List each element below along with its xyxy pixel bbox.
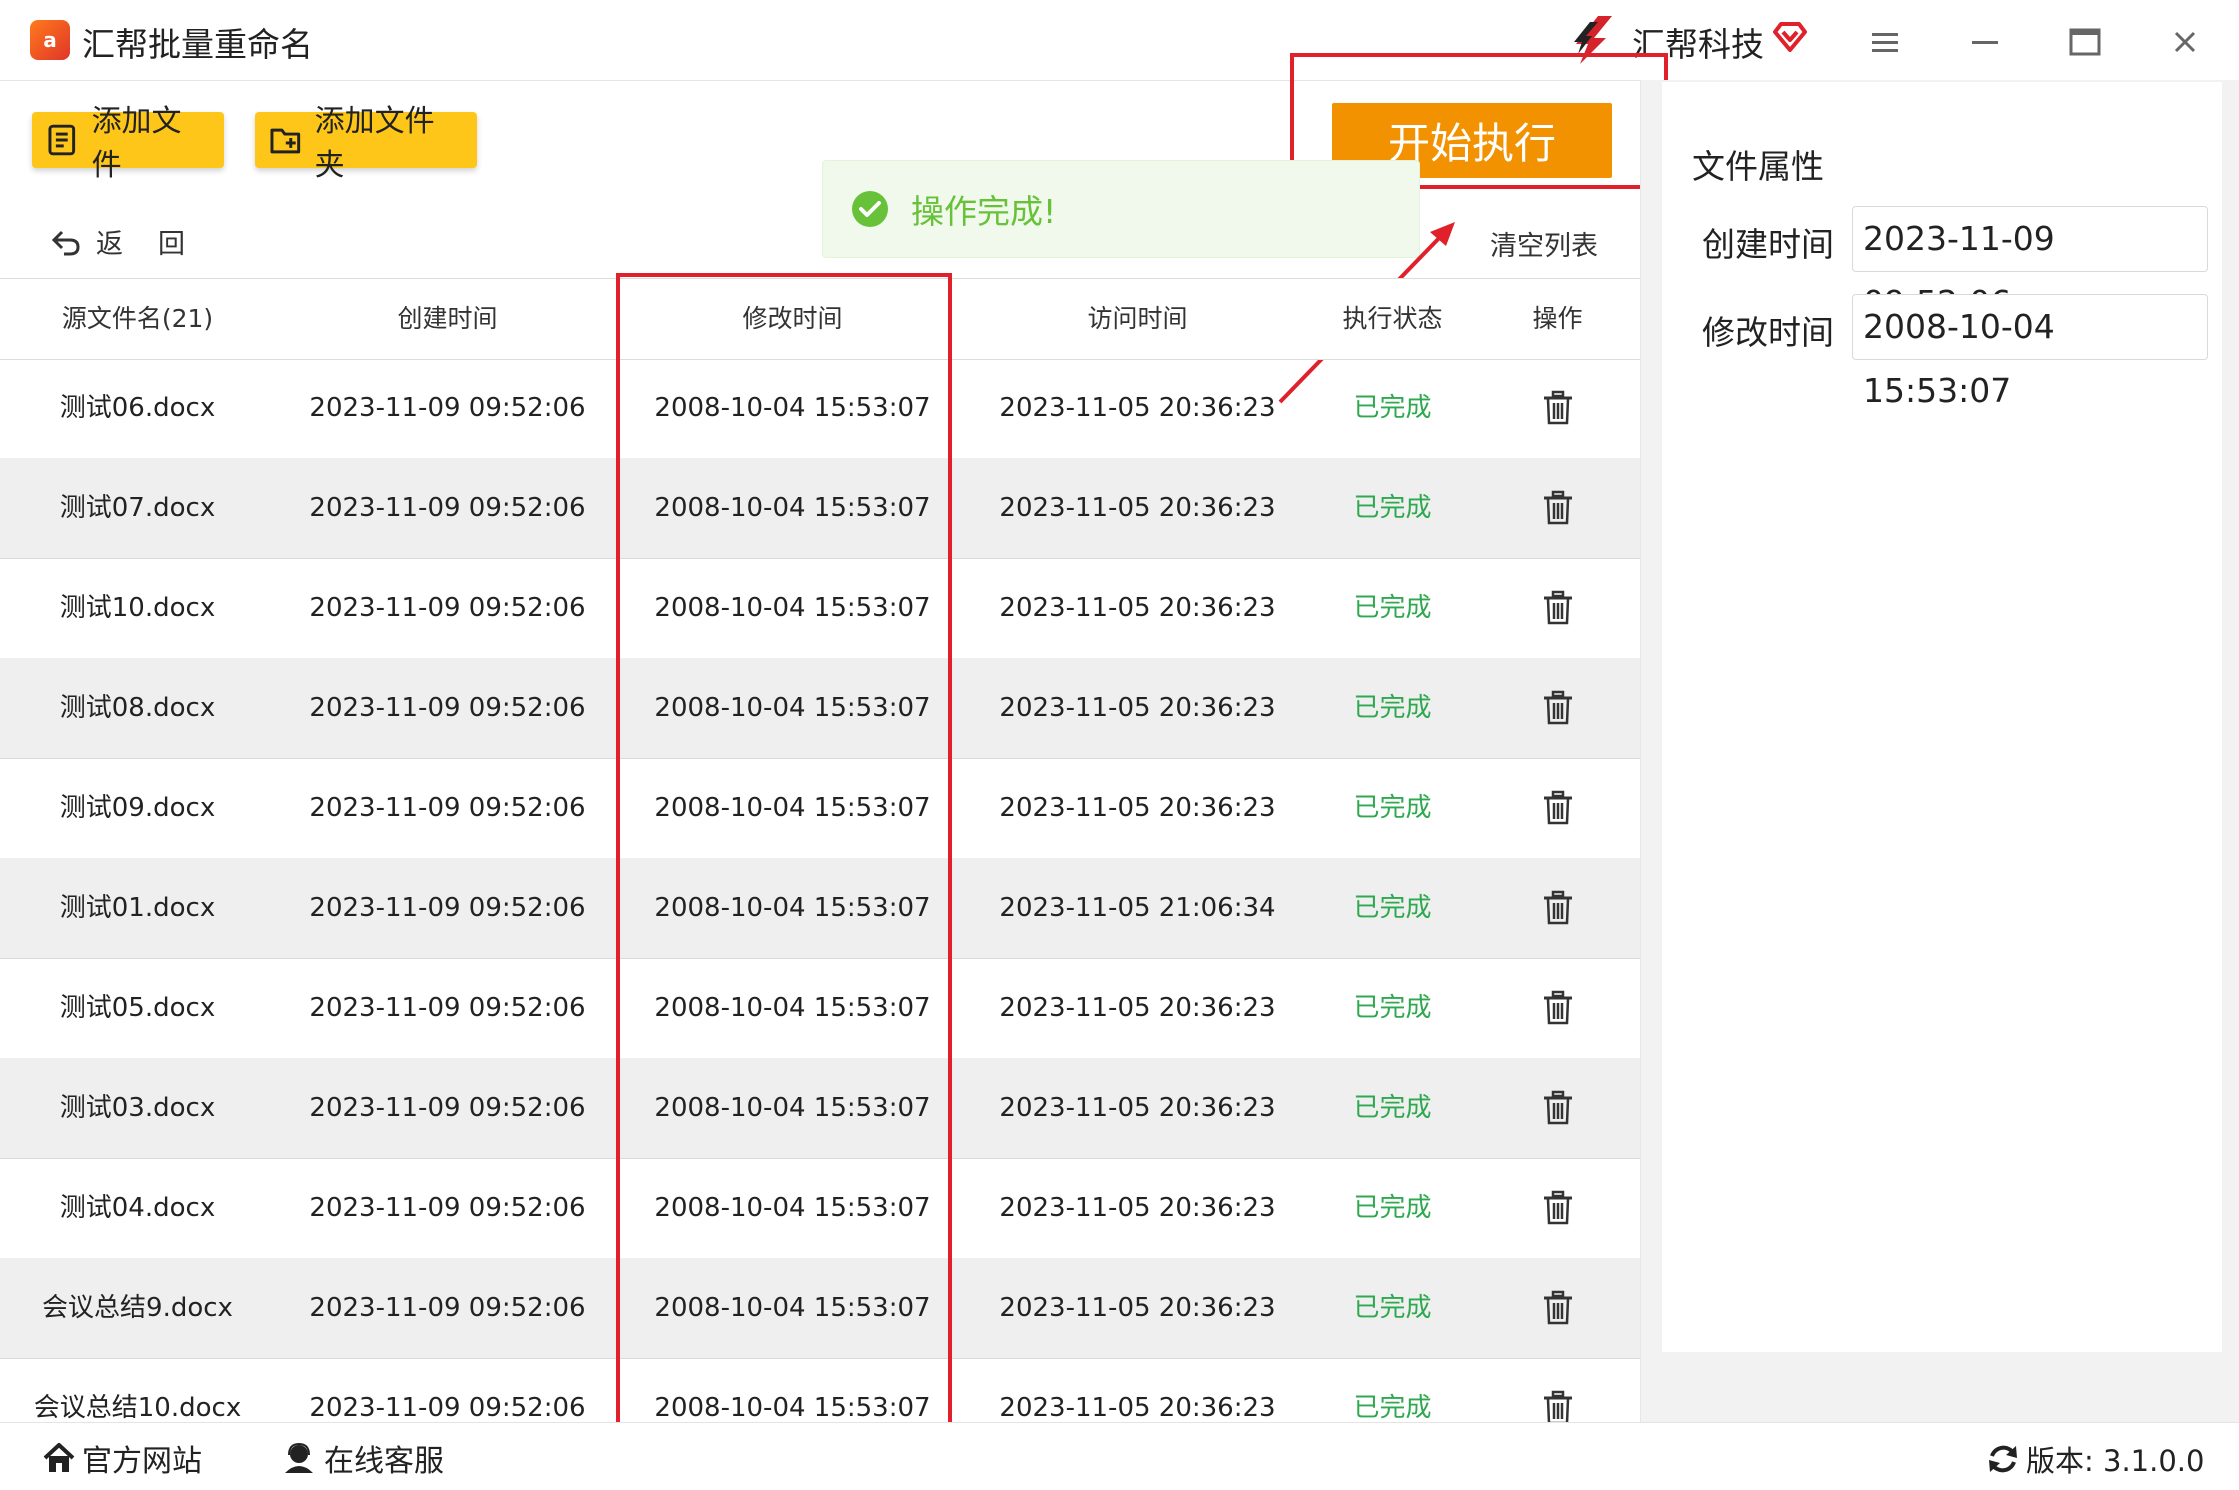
add-folder-label: 添加文件夹 <box>314 104 435 183</box>
trash-icon[interactable] <box>1541 890 1575 926</box>
properties-title: 文件属性 <box>1692 147 1824 186</box>
cell-name: 测试10.docx <box>59 593 216 623</box>
cell-status: 已完成 <box>1353 793 1432 823</box>
toast-message: 操作完成! <box>911 192 1057 231</box>
cell-status: 已完成 <box>1353 1293 1432 1323</box>
cell-created: 2023-11-09 09:52:06 <box>309 1393 586 1423</box>
cell-status: 已完成 <box>1353 593 1432 623</box>
cell-status: 已完成 <box>1353 1093 1432 1123</box>
support-link[interactable]: 在线客服 <box>282 1436 444 1480</box>
minimize-icon[interactable] <box>1963 20 2007 64</box>
cell-name: 测试08.docx <box>59 693 216 723</box>
cell-accessed: 2023-11-05 20:36:23 <box>999 1093 1276 1123</box>
header-action: 操作 <box>1532 304 1583 333</box>
back-arrow-icon <box>51 230 80 255</box>
add-folder-button[interactable]: 添加文件夹 <box>255 104 477 183</box>
cell-created: 2023-11-09 09:52:06 <box>309 893 586 923</box>
trash-icon[interactable] <box>1541 1290 1575 1326</box>
trash-icon[interactable] <box>1541 990 1575 1026</box>
cell-status: 已完成 <box>1353 693 1432 723</box>
trash-icon[interactable] <box>1541 490 1575 526</box>
cell-name: 测试06.docx <box>59 393 216 423</box>
check-circle-icon <box>852 191 888 227</box>
cell-name: 测试05.docx <box>59 993 216 1023</box>
trash-icon[interactable] <box>1541 1390 1575 1423</box>
app-logo-icon: a <box>30 20 70 60</box>
vip-heart-icon[interactable] <box>1770 16 1810 56</box>
maximize-icon[interactable] <box>2063 20 2107 64</box>
cell-accessed: 2023-11-05 21:06:34 <box>999 893 1276 923</box>
cell-accessed: 2023-11-05 20:36:23 <box>999 393 1276 423</box>
cell-name: 会议总结9.docx <box>42 1293 233 1323</box>
created-time-field[interactable]: 2023-11-09 09:52:06 <box>1852 206 2208 322</box>
cell-name: 测试09.docx <box>59 793 216 823</box>
cell-created: 2023-11-09 09:52:06 <box>309 693 586 723</box>
cell-created: 2023-11-09 09:52:06 <box>309 593 586 623</box>
refresh-icon[interactable] <box>1986 1442 2020 1476</box>
website-link[interactable]: 官方网站 <box>42 1436 202 1480</box>
support-icon <box>285 1442 313 1473</box>
modified-time-field[interactable]: 2008-10-04 15:53:07 <box>1852 294 2208 410</box>
cell-name: 会议总结10.docx <box>33 1393 242 1423</box>
trash-icon[interactable] <box>1541 1190 1575 1226</box>
cell-accessed: 2023-11-05 20:36:23 <box>999 593 1276 623</box>
cell-name: 测试07.docx <box>59 493 216 523</box>
cell-created: 2023-11-09 09:52:06 <box>309 993 586 1023</box>
cell-accessed: 2023-11-05 20:36:23 <box>999 693 1276 723</box>
header-name[interactable]: 源文件名(21) <box>0 279 275 359</box>
cell-name: 测试03.docx <box>59 1093 216 1123</box>
add-file-icon <box>48 124 76 156</box>
cell-created: 2023-11-09 09:52:06 <box>309 793 586 823</box>
trash-icon[interactable] <box>1541 790 1575 826</box>
add-folder-icon <box>270 128 301 154</box>
menu-icon[interactable] <box>1863 20 1907 64</box>
cell-name: 测试01.docx <box>59 893 216 923</box>
cell-status: 已完成 <box>1353 1193 1432 1223</box>
cell-accessed: 2023-11-05 20:36:23 <box>999 793 1276 823</box>
app-title: 汇帮批量重命名 <box>82 25 313 64</box>
created-time-label: 创建时间 <box>1702 225 1834 264</box>
cell-status: 已完成 <box>1353 493 1432 523</box>
trash-icon[interactable] <box>1541 690 1575 726</box>
back-button[interactable]: 返 回 <box>50 222 189 261</box>
header-accessed[interactable]: 访问时间 <box>965 279 1310 359</box>
cell-status: 已完成 <box>1353 993 1432 1023</box>
header-status[interactable]: 执行状态 <box>1310 279 1475 359</box>
add-file-button[interactable]: 添加文件 <box>32 104 224 183</box>
back-label: 返 回 <box>96 229 189 260</box>
cell-status: 已完成 <box>1353 1393 1432 1423</box>
cell-accessed: 2023-11-05 20:36:23 <box>999 1193 1276 1223</box>
support-label: 在线客服 <box>324 1444 444 1479</box>
version-label: 版本: 3.1.0.0 <box>2026 1444 2205 1478</box>
trash-icon[interactable] <box>1541 590 1575 626</box>
close-icon[interactable] <box>2163 20 2207 64</box>
cell-created: 2023-11-09 09:52:06 <box>309 493 586 523</box>
cell-name: 测试04.docx <box>59 1193 216 1223</box>
clear-list-button[interactable]: 清空列表 <box>1490 224 1598 263</box>
modified-time-label: 修改时间 <box>1702 313 1834 352</box>
website-label: 官方网站 <box>82 1444 202 1479</box>
cell-created: 2023-11-09 09:52:06 <box>309 1093 586 1123</box>
cell-accessed: 2023-11-05 20:36:23 <box>999 493 1276 523</box>
highlight-modified-column <box>616 273 952 1475</box>
add-file-label: 添加文件 <box>91 104 182 183</box>
version-info: 版本: 3.1.0.0 <box>1986 1438 2204 1480</box>
trash-icon[interactable] <box>1541 390 1575 426</box>
trash-icon[interactable] <box>1541 1090 1575 1126</box>
cell-status: 已完成 <box>1353 893 1432 923</box>
cell-accessed: 2023-11-05 20:36:23 <box>999 1293 1276 1323</box>
cell-created: 2023-11-09 09:52:06 <box>309 393 586 423</box>
cell-accessed: 2023-11-05 20:36:23 <box>999 1393 1276 1423</box>
home-icon <box>43 1443 75 1472</box>
cell-status: 已完成 <box>1353 393 1432 423</box>
cell-accessed: 2023-11-05 20:36:23 <box>999 993 1276 1023</box>
app-logo-text: a <box>43 28 57 52</box>
cell-created: 2023-11-09 09:52:06 <box>309 1293 586 1323</box>
header-created[interactable]: 创建时间 <box>275 279 620 359</box>
cell-created: 2023-11-09 09:52:06 <box>309 1193 586 1223</box>
